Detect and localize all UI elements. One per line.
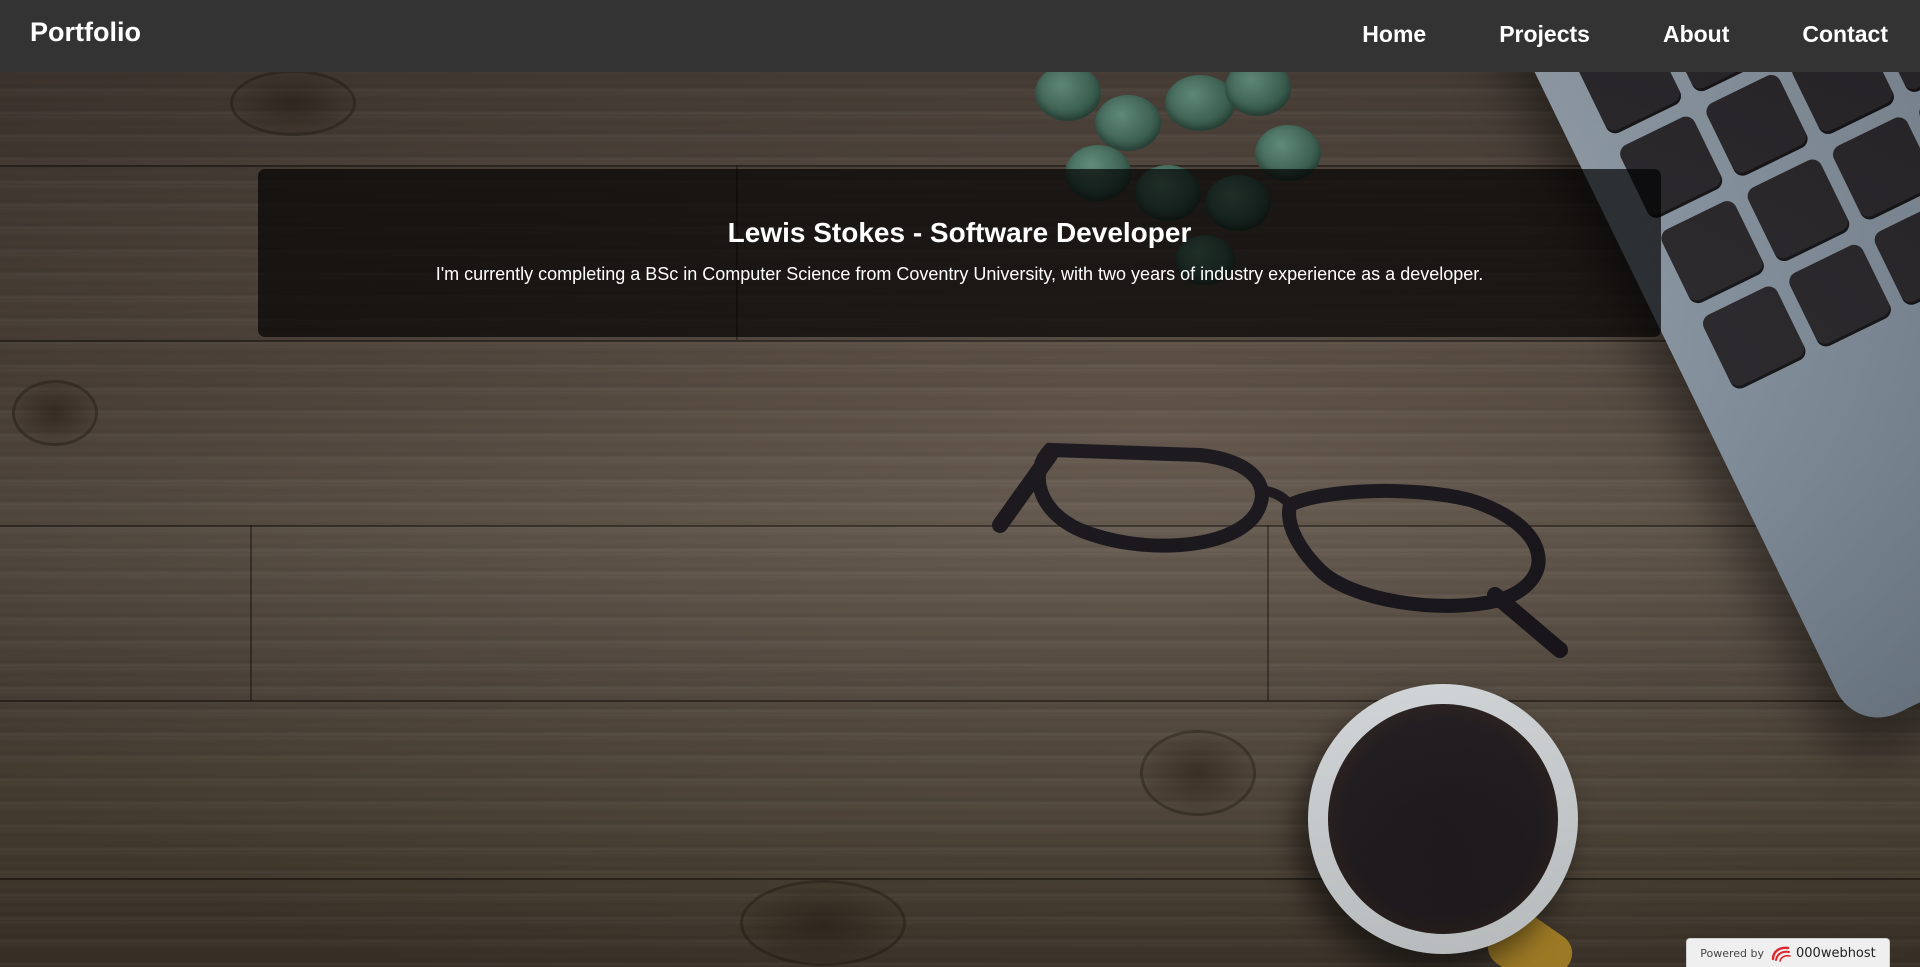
nav-link-about[interactable]: About: [1663, 21, 1729, 48]
hero-panel: Lewis Stokes - Software Developer I'm cu…: [258, 169, 1661, 337]
navbar: Portfolio Home Projects About Contact: [0, 0, 1920, 72]
badge-prefix: Powered by: [1700, 947, 1764, 960]
nav-link-contact[interactable]: Contact: [1802, 21, 1888, 48]
laptop-icon: [1480, 0, 1920, 733]
wood-knot: [12, 380, 98, 446]
plank-seam: [0, 340, 1920, 342]
cup-handle: [1480, 902, 1580, 967]
wood-knot: [740, 880, 906, 966]
hero-title: Lewis Stokes - Software Developer: [727, 217, 1192, 248]
plank-seam: [0, 700, 1920, 702]
webhost-logo-icon: [1771, 946, 1791, 962]
coffee-cup-icon: [1308, 684, 1578, 954]
plank-seam: [0, 165, 1920, 167]
powered-by-badge[interactable]: Powered by 000webhost: [1686, 938, 1890, 967]
nav-link-home[interactable]: Home: [1362, 21, 1426, 48]
wood-knot: [1140, 730, 1256, 816]
brand-logo-link[interactable]: Portfolio: [30, 17, 141, 48]
plank-seam: [0, 525, 1920, 527]
nav-link-projects[interactable]: Projects: [1499, 21, 1590, 48]
glasses-icon: [992, 442, 1568, 658]
hero-description: I'm currently completing a BSc in Comput…: [435, 264, 1484, 284]
plank-seam: [0, 878, 1920, 880]
nav-links: Home Projects About Contact: [1289, 21, 1888, 48]
background-image: [0, 0, 1920, 967]
wood-knot: [230, 70, 356, 136]
badge-brand: 000webhost: [1796, 946, 1876, 961]
plank-vseam: [1267, 525, 1269, 701]
plank-vseam: [250, 525, 252, 701]
